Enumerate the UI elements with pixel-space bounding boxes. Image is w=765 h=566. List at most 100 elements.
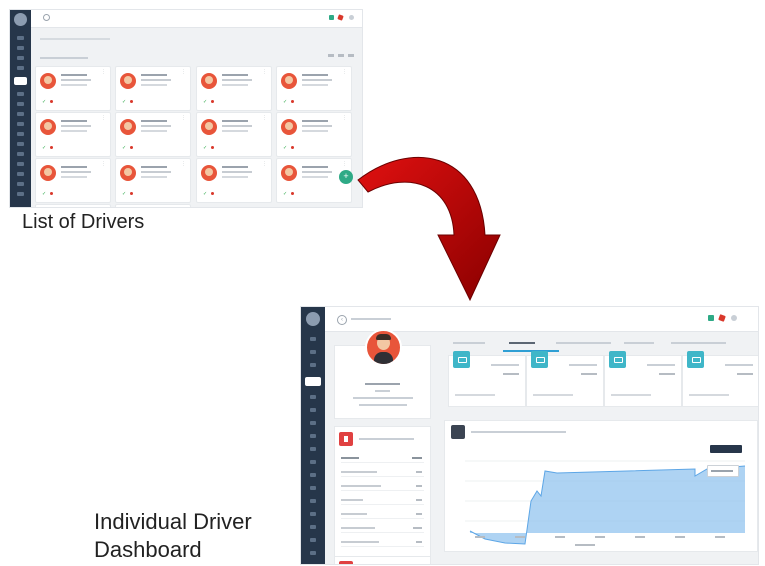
sidebar-icon[interactable]: [17, 66, 24, 70]
sidebar: [301, 307, 325, 564]
kpi-icon: [531, 351, 548, 368]
more-menu-icon[interactable]: ⋮: [262, 69, 267, 75]
sidebar-icon[interactable]: [17, 142, 24, 146]
sidebar-icon[interactable]: [310, 486, 316, 490]
user-avatar[interactable]: [306, 312, 320, 326]
settings-icon[interactable]: [731, 315, 737, 321]
list-view-icon[interactable]: [338, 54, 344, 57]
check-icon: ✓: [122, 145, 127, 151]
search-box[interactable]: [43, 14, 54, 21]
driver-card[interactable]: [115, 204, 191, 207]
sidebar-item-drivers[interactable]: [14, 77, 27, 85]
sidebar-icon[interactable]: [310, 337, 316, 341]
more-menu-icon[interactable]: ⋮: [181, 115, 186, 121]
sidebar-icon[interactable]: [17, 172, 24, 176]
driver-card[interactable]: ✓ ⋮: [115, 158, 191, 203]
driver-card[interactable]: ✓ ⋮: [196, 112, 272, 157]
more-menu-icon[interactable]: ⋮: [181, 161, 186, 167]
sidebar-icon[interactable]: [310, 434, 316, 438]
stat-row: [341, 496, 424, 505]
driver-avatar: [40, 119, 56, 135]
more-menu-icon[interactable]: ⋮: [101, 115, 106, 121]
chart-filter-button[interactable]: [710, 445, 742, 453]
driver-card[interactable]: [35, 204, 111, 207]
driver-role: [375, 390, 390, 392]
sidebar-icon[interactable]: [310, 473, 316, 477]
tab[interactable]: [624, 342, 654, 344]
driver-card[interactable]: ✓ ⋮: [276, 66, 352, 111]
sidebar-icon[interactable]: [310, 551, 316, 555]
sidebar-icon[interactable]: [310, 447, 316, 451]
driver-card[interactable]: ✓ ⋮: [196, 66, 272, 111]
sidebar-icon[interactable]: [17, 92, 24, 96]
chart-tooltip: [707, 465, 739, 477]
check-icon: ✓: [203, 99, 208, 105]
page-title: [40, 38, 110, 40]
more-menu-icon[interactable]: ⋮: [342, 115, 347, 121]
sidebar: [10, 10, 31, 207]
sidebar-icon[interactable]: [310, 460, 316, 464]
kpi-card: [604, 351, 682, 407]
more-menu-icon[interactable]: ⋮: [101, 161, 106, 167]
more-menu-icon[interactable]: ⋮: [342, 69, 347, 75]
bell-icon[interactable]: [337, 14, 344, 21]
driver-card[interactable]: ✓ ⋮: [35, 66, 111, 111]
more-menu-icon[interactable]: ⋮: [262, 115, 267, 121]
status-dot: [291, 146, 294, 149]
sort-icon[interactable]: [348, 54, 354, 57]
sidebar-icon[interactable]: [310, 350, 316, 354]
driver-card[interactable]: ✓ ⋮: [115, 66, 191, 111]
sidebar-icon[interactable]: [310, 538, 316, 542]
driver-avatar: [281, 165, 297, 181]
sidebar-icon[interactable]: [17, 112, 24, 116]
driver-card[interactable]: ✓ ⋮: [35, 112, 111, 157]
grid-view-icon[interactable]: [328, 54, 334, 57]
sidebar-item-drivers[interactable]: [305, 377, 321, 386]
driver-card[interactable]: ✓ ⋮: [196, 158, 272, 203]
sidebar-icon[interactable]: [310, 512, 316, 516]
status-dot: [130, 192, 133, 195]
bell-icon[interactable]: [718, 314, 726, 322]
tab[interactable]: [453, 342, 485, 344]
check-icon: ✓: [203, 191, 208, 197]
sidebar-icon[interactable]: [310, 363, 316, 367]
sidebar-icon[interactable]: [310, 525, 316, 529]
notification-icon[interactable]: [329, 15, 334, 20]
area-chart: [465, 460, 746, 546]
sidebar-icon[interactable]: [310, 499, 316, 503]
info-icon: [339, 561, 353, 564]
more-menu-icon[interactable]: ⋮: [181, 69, 186, 75]
back-button[interactable]: ‹: [337, 315, 347, 325]
sidebar-icon[interactable]: [17, 36, 24, 40]
sidebar-icon[interactable]: [17, 56, 24, 60]
notification-icon[interactable]: [708, 315, 714, 321]
sidebar-icon[interactable]: [17, 182, 24, 186]
x-axis-label: [575, 544, 595, 546]
sidebar-icon[interactable]: [17, 162, 24, 166]
status-dot: [50, 100, 53, 103]
driver-avatar: [40, 165, 56, 181]
user-avatar[interactable]: [14, 13, 27, 26]
sidebar-icon[interactable]: [17, 152, 24, 156]
search-icon: [43, 14, 50, 21]
sidebar-icon[interactable]: [17, 46, 24, 50]
driver-avatar: [281, 73, 297, 89]
driver-card[interactable]: ✓ ⋮: [115, 112, 191, 157]
tab-active[interactable]: [509, 342, 535, 344]
tab[interactable]: [671, 342, 726, 344]
sidebar-icon[interactable]: [310, 421, 316, 425]
sidebar-icon[interactable]: [310, 395, 316, 399]
sidebar-icon[interactable]: [17, 122, 24, 126]
settings-icon[interactable]: [349, 15, 354, 20]
sidebar-icon[interactable]: [17, 192, 24, 196]
driver-card[interactable]: ✓ ⋮: [35, 158, 111, 203]
driver-phone: [359, 404, 407, 406]
check-icon: ✓: [203, 145, 208, 151]
sidebar-icon[interactable]: [17, 102, 24, 106]
tab[interactable]: [556, 342, 611, 344]
more-menu-icon[interactable]: ⋮: [262, 161, 267, 167]
more-menu-icon[interactable]: ⋮: [101, 69, 106, 75]
status-dot: [50, 146, 53, 149]
sidebar-icon[interactable]: [310, 408, 316, 412]
sidebar-icon[interactable]: [17, 132, 24, 136]
